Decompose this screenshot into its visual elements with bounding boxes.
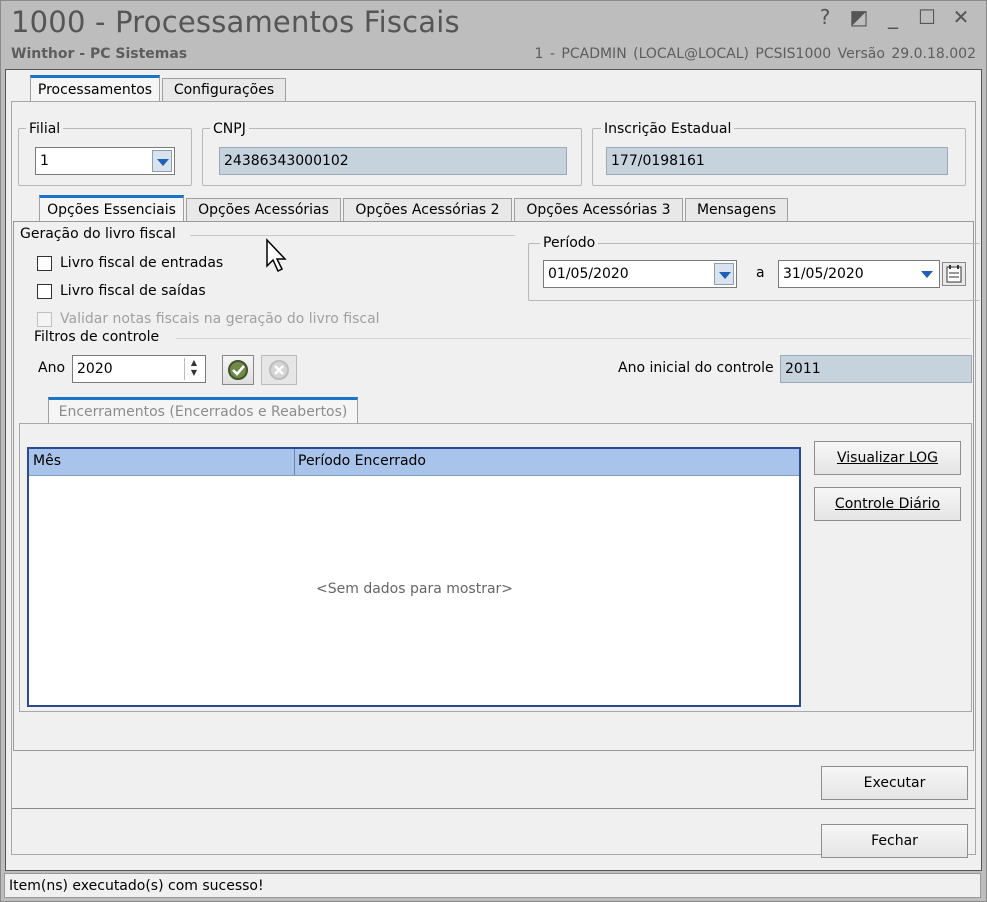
validar-label: Validar notas fiscais na geração do livr…	[60, 311, 380, 327]
processamentos-panel: Filial 1 CNPJ 24386343000102 Inscrição E…	[11, 101, 980, 858]
entradas-label: Livro fiscal de entradas	[60, 255, 224, 271]
chevron-down-icon[interactable]	[714, 263, 734, 285]
tab-configuracoes-label: Configurações	[173, 82, 275, 98]
tab-opcoes-acessorias-3[interactable]: Opções Acessórias 3	[514, 198, 683, 221]
mouse-cursor-icon	[266, 238, 287, 273]
close-icon[interactable]: ✕	[949, 5, 973, 29]
confirm-button[interactable]	[222, 355, 254, 385]
fechar-label: Fechar	[871, 833, 918, 849]
user-info: 1 - PCADMIN (LOCAL@LOCAL) PCSIS1000 Vers…	[534, 46, 976, 62]
fechar-button[interactable]: Fechar	[821, 824, 968, 858]
tab-configuracoes[interactable]: Configurações	[162, 78, 286, 101]
action-separator	[12, 808, 975, 809]
executar-label: Executar	[863, 775, 926, 791]
cnpj-label: CNPJ	[210, 121, 249, 137]
filtros-divider	[176, 338, 971, 339]
periodo-separator: a	[756, 265, 765, 281]
app-window: 1000 - Processamentos Fiscais Winthor - …	[0, 0, 987, 902]
restore-icon[interactable]: ◩	[847, 5, 871, 29]
validar-checkbox[interactable]	[37, 312, 52, 327]
column-periodo-encerrado[interactable]: Período Encerrado	[298, 453, 426, 469]
filial-value: 1	[40, 153, 49, 169]
periodo-start-field[interactable]: 01/05/2020	[543, 260, 737, 288]
inscricao-label: Inscrição Estadual	[601, 121, 735, 137]
periodo-label: Período	[540, 235, 599, 251]
filtros-title: Filtros de controle	[34, 329, 160, 345]
tab-mensagens[interactable]: Mensagens	[685, 198, 788, 221]
ano-spinner[interactable]: 2020 ▲ ▼	[72, 355, 206, 383]
encerramentos-panel: Mês Período Encerrado <Sem dados para mo…	[19, 423, 972, 712]
periodo-end-value: 31/05/2020	[783, 266, 864, 282]
encerramentos-grid[interactable]: Mês Período Encerrado <Sem dados para mo…	[27, 447, 801, 707]
minimize-icon[interactable]: _	[881, 5, 905, 29]
filial-label: Filial	[26, 121, 64, 137]
window-title: 1000 - Processamentos Fiscais	[11, 5, 460, 39]
visualizar-log-button[interactable]: Visualizar LOG	[814, 441, 961, 475]
inscricao-field[interactable]: 177/0198161	[606, 147, 948, 175]
empty-grid-message: <Sem dados para mostrar>	[316, 581, 514, 597]
tab-opcoes-essenciais[interactable]: Opções Essenciais	[39, 195, 184, 221]
client-area: Processamentos Configurações Filial 1 CN…	[5, 69, 982, 871]
tab-opcoes-acessorias-2[interactable]: Opções Acessórias 2	[343, 198, 512, 221]
geracao-title: Geração do livro fiscal	[20, 226, 176, 242]
cancel-button[interactable]	[261, 355, 297, 385]
column-divider	[294, 449, 295, 475]
controle-diario-label: Controle Diário	[834, 496, 941, 512]
tab-opcoes-acessorias[interactable]: Opções Acessórias	[186, 198, 341, 221]
chevron-down-icon[interactable]	[152, 150, 172, 172]
column-mes[interactable]: Mês	[33, 453, 61, 469]
controle-diario-button[interactable]: Controle Diário	[814, 487, 961, 521]
chevron-down-icon[interactable]	[917, 263, 937, 285]
calendar-icon[interactable]	[942, 262, 966, 286]
ano-inicial-label: Ano inicial do controle	[618, 360, 774, 376]
filial-select[interactable]: 1	[35, 147, 175, 175]
cnpj-field[interactable]: 24386343000102	[219, 147, 567, 175]
ano-label: Ano	[38, 360, 66, 376]
saidas-label: Livro fiscal de saídas	[60, 283, 206, 299]
periodo-start-value: 01/05/2020	[548, 266, 629, 282]
tab-encerramentos[interactable]: Encerramentos (Encerrados e Reabertos)	[48, 397, 358, 423]
window-subtitle: Winthor - PC Sistemas	[11, 46, 188, 62]
executar-button[interactable]: Executar	[821, 766, 968, 800]
cancel-circle-icon	[269, 360, 289, 380]
spinner-arrows-icon[interactable]: ▲ ▼	[184, 358, 203, 380]
status-bar: Item(ns) executado(s) com sucesso!	[4, 873, 981, 898]
geracao-divider	[190, 235, 515, 236]
visualizar-log-label: Visualizar LOG	[837, 450, 938, 466]
periodo-end-field[interactable]: 31/05/2020	[778, 260, 940, 288]
entradas-checkbox[interactable]	[37, 256, 52, 271]
ano-inicial-field[interactable]: 2011	[780, 355, 972, 383]
maximize-icon[interactable]: ☐	[915, 5, 939, 29]
ano-value: 2020	[77, 361, 113, 377]
saidas-checkbox[interactable]	[37, 284, 52, 299]
opcoes-essenciais-panel: Geração do livro fiscal Livro fiscal de …	[13, 221, 980, 751]
check-circle-icon	[228, 360, 248, 380]
help-icon[interactable]: ?	[813, 5, 837, 29]
tab-processamentos[interactable]: Processamentos	[30, 75, 160, 101]
grid-header: Mês Período Encerrado	[29, 449, 799, 476]
